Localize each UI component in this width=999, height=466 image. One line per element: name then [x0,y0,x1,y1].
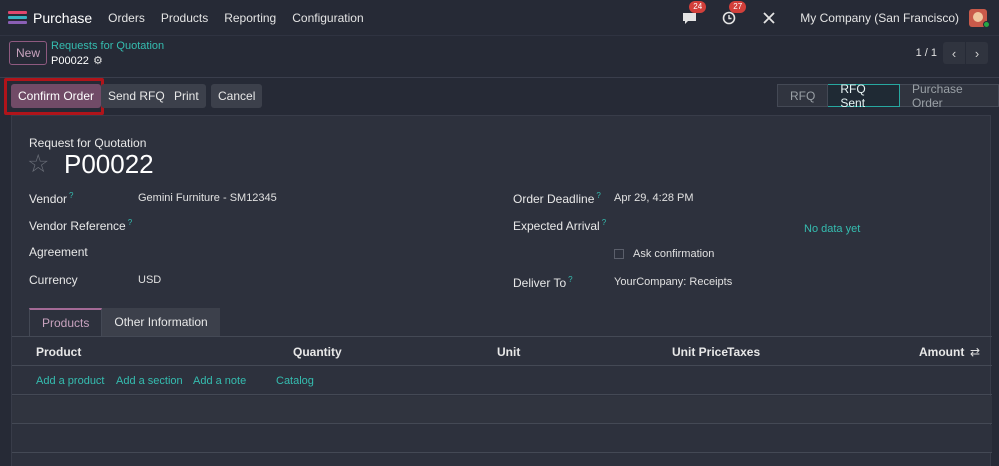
empty-row [12,425,992,453]
debug-tools-icon[interactable] [760,9,778,27]
menu-products[interactable]: Products [161,11,208,25]
agreement-label: Agreement [29,245,88,259]
deliver-to-label: Deliver To? [513,275,573,290]
star-icon[interactable]: ☆ [27,149,49,179]
currency-label: Currency [29,273,78,287]
help-icon[interactable]: ? [128,218,132,227]
stage-purchase-order[interactable]: Purchase Order [899,82,999,110]
help-icon[interactable]: ? [568,275,572,284]
form-sheet: Request for Quotation ☆ P00022 Vendor? G… [11,115,992,466]
stage-rfq-sent[interactable]: RFQ Sent [828,82,900,110]
breadcrumb-rfq[interactable]: Requests for Quotation [51,40,164,52]
help-icon[interactable]: ? [596,191,600,200]
notebook-tabs: Products Other Information [29,308,220,336]
chat-badge: 24 [689,1,707,13]
menu-reporting[interactable]: Reporting [224,11,276,25]
control-panel: New Requests for Quotation P00022 ⚙ 1 / … [0,36,999,78]
app-name[interactable]: Purchase [33,10,92,26]
gear-icon[interactable]: ⚙ [93,54,103,67]
order-lines-header: Product Quantity Unit Unit Price Taxes A… [12,337,992,366]
top-navbar: Purchase Orders Products Reporting Confi… [0,0,999,36]
column-product[interactable]: Product [36,345,81,359]
vendor-label: Vendor? [29,191,74,206]
pager-next-button[interactable]: › [966,42,988,64]
page-title: P00022 [64,149,154,179]
record-name: P00022 [51,54,89,67]
tab-other-information[interactable]: Other Information [102,308,220,336]
confirm-order-button[interactable]: Confirm Order [11,84,102,108]
vendor-reference-label: Vendor Reference? [29,218,133,233]
order-deadline-label: Order Deadline? [513,191,601,206]
tab-products[interactable]: Products [29,308,103,336]
form-statusbar: Confirm Order Send RFQ Print Cancel RFQ … [0,78,999,115]
add-product-link[interactable]: Add a product [36,375,105,387]
menu-configuration[interactable]: Configuration [292,11,363,25]
cancel-button[interactable]: Cancel [211,84,263,108]
add-line-row: Add a product Add a section Add a note C… [12,367,992,395]
print-button[interactable]: Print [167,84,206,108]
ask-confirmation-checkbox[interactable] [614,249,624,259]
column-settings-icon[interactable]: ⇄ [970,345,980,359]
column-taxes[interactable]: Taxes [727,345,760,359]
new-button[interactable]: New [9,41,47,65]
column-unit-price[interactable]: Unit Price [672,345,728,359]
menu-orders[interactable]: Orders [108,11,145,25]
help-icon[interactable]: ? [602,218,606,227]
breadcrumb-current: P00022 ⚙ [51,54,103,68]
column-unit[interactable]: Unit [497,345,520,359]
empty-row [12,396,992,424]
order-deadline-field[interactable]: Apr 29, 4:28 PM [614,192,694,204]
add-section-link[interactable]: Add a section [116,375,183,387]
activity-badge: 27 [729,1,747,13]
add-note-link[interactable]: Add a note [193,375,246,387]
activity-clock-icon[interactable]: 27 [720,1,747,27]
column-quantity[interactable]: Quantity [293,345,342,359]
send-rfq-button[interactable]: Send RFQ [101,84,172,108]
sheet-label: Request for Quotation [29,136,147,150]
chevron-right-icon: › [974,45,980,61]
expected-arrival-label: Expected Arrival? [513,218,607,233]
no-data-text: No data yet [804,223,861,235]
deliver-to-field[interactable]: YourCompany: Receipts [614,276,732,288]
chevron-left-icon: ‹ [951,45,957,61]
ask-confirmation-label: Ask confirmation [633,248,715,260]
currency-field[interactable]: USD [138,274,161,286]
help-icon[interactable]: ? [69,191,73,200]
online-status-dot [983,21,990,28]
vendor-field[interactable]: Gemini Furniture - SM12345 [138,192,277,204]
pager-value[interactable]: 1 / 1 [916,47,937,59]
stage-rfq[interactable]: RFQ [777,84,829,107]
chat-icon[interactable]: 24 [680,1,707,27]
company-switcher[interactable]: My Company (San Francisco) [800,11,959,25]
column-amount[interactable]: Amount [919,345,964,359]
pager-previous-button[interactable]: ‹ [943,42,965,64]
purchase-app-icon[interactable] [8,10,27,25]
status-pipeline: RFQ RFQ Sent Purchase Order [777,82,999,110]
catalog-link[interactable]: Catalog [276,375,314,387]
